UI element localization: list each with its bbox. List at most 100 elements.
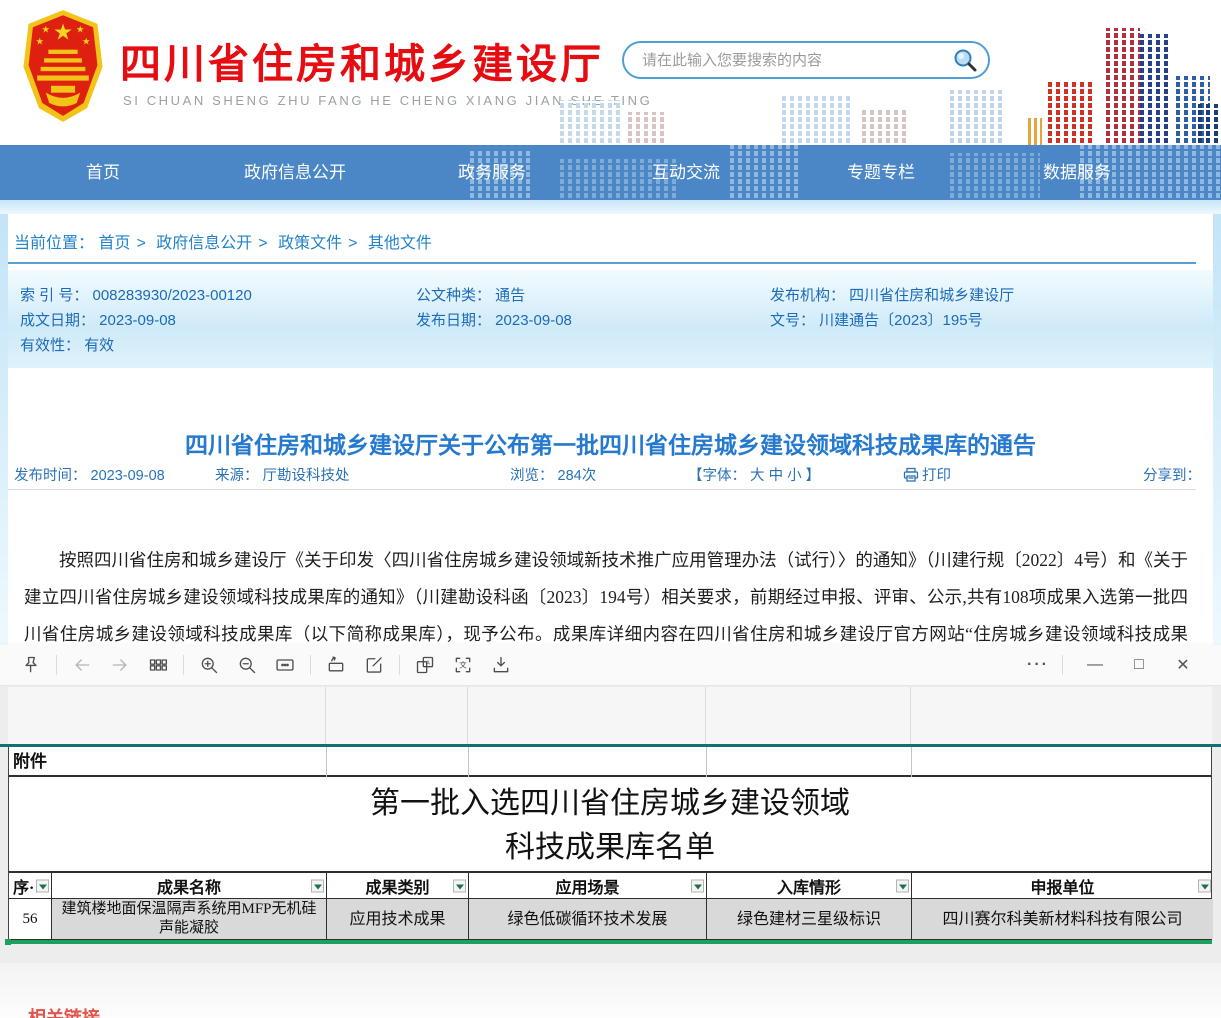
font-size-large[interactable]: 大 xyxy=(750,468,765,484)
main-nav: 首页 政府信息公开 政务服务 互动交流 专题专栏 数据服务 xyxy=(0,145,1221,200)
svg-text:★: ★ xyxy=(76,24,84,35)
zoom-in-icon[interactable] xyxy=(194,651,224,679)
svg-text:★: ★ xyxy=(82,37,90,48)
edit-icon[interactable] xyxy=(359,651,389,679)
print-button[interactable]: 打印 xyxy=(903,464,951,487)
back-icon[interactable] xyxy=(67,651,97,679)
breadcrumb-separator: > xyxy=(258,235,267,252)
font-size-prefix: 【字体： xyxy=(688,468,746,484)
table-row[interactable]: 56 建筑楼地面保温隔声系统用MFP无机硅声能凝胶 应用技术成果 绿色低碳循环技… xyxy=(8,899,1212,940)
nav-item-data[interactable]: 数据服务 xyxy=(1043,145,1111,200)
download-icon[interactable] xyxy=(486,651,516,679)
table-title-line1: 第一批入选四川省住房城乡建设领域 xyxy=(9,782,1211,826)
doc-meta-index: 索 引 号： 008283930/2023-00120 xyxy=(20,284,252,305)
nav-item-home[interactable]: 首页 xyxy=(86,145,120,200)
toolbar-separator xyxy=(310,655,311,675)
building-graphic xyxy=(628,112,668,145)
print-label: 打印 xyxy=(922,468,951,484)
site-header: ★ ★ ★ ★ ★ 四川省住房和城乡建设厅 SI CHUAN SHENG ZHU… xyxy=(0,0,1221,145)
selection-border xyxy=(8,940,1212,944)
viewer-window-controls: ··· — □ ✕ xyxy=(1016,655,1205,675)
thumbnails-icon[interactable] xyxy=(143,651,173,679)
col-header-status: 入库情形 xyxy=(706,873,911,898)
close-button[interactable]: ✕ xyxy=(1161,655,1205,675)
search-icon[interactable] xyxy=(952,47,978,73)
pin-icon[interactable] xyxy=(16,651,46,679)
building-graphic xyxy=(1198,104,1221,145)
cell-applicant: 四川赛尔科美新材料科技有限公司 xyxy=(911,899,1213,939)
nav-bottom-strip xyxy=(0,200,1221,214)
breadcrumb-separator: > xyxy=(348,235,357,252)
col-header-seq: 序· xyxy=(9,873,51,898)
attachment-viewer-window: A 文 ··· — □ ✕ 附件 xyxy=(0,645,1221,963)
page: ★ ★ ★ ★ ★ 四川省住房和城乡建设厅 SI CHUAN SHENG ZHU… xyxy=(0,0,1221,1018)
filter-dropdown-icon[interactable] xyxy=(1198,879,1211,892)
toolbar-separator xyxy=(56,655,57,675)
breadcrumb-link-other-files[interactable]: 其他文件 xyxy=(368,235,432,252)
col-header-applicant: 申报单位 xyxy=(911,873,1213,898)
building-graphic xyxy=(560,100,620,145)
breadcrumb-label: 当前位置： xyxy=(14,235,94,252)
table-title-line2: 科技成果库名单 xyxy=(9,826,1211,870)
page-bottom-area xyxy=(0,963,1221,1018)
filter-dropdown-icon[interactable] xyxy=(36,879,49,892)
breadcrumb-link-policy-files[interactable]: 政策文件 xyxy=(278,235,342,252)
breadcrumb-link-gov-info[interactable]: 政府信息公开 xyxy=(156,235,252,252)
col-header-scene: 应用场景 xyxy=(468,873,706,898)
toolbar-separator xyxy=(183,655,184,675)
select-text-icon[interactable]: 文 xyxy=(448,651,478,679)
font-size-small[interactable]: 小 xyxy=(787,468,802,484)
more-options-button[interactable]: ··· xyxy=(1016,656,1060,674)
col-header-name: 成果名称 xyxy=(51,873,326,898)
article-source: 来源： 厅勘设科技处 xyxy=(215,464,350,485)
fit-width-icon[interactable] xyxy=(270,651,300,679)
filter-dropdown-icon[interactable] xyxy=(453,879,466,892)
filter-dropdown-icon[interactable] xyxy=(311,879,324,892)
doc-meta-validity: 有效性： 有效 xyxy=(20,334,114,355)
filter-dropdown-icon[interactable] xyxy=(691,879,704,892)
doc-meta-pub-date: 发布日期： 2023-09-08 xyxy=(416,309,572,330)
table-title: 第一批入选四川省住房城乡建设领域 科技成果库名单 xyxy=(8,777,1212,871)
nav-item-special[interactable]: 专题专栏 xyxy=(847,145,915,200)
doc-meta-panel: 索 引 号： 008283930/2023-00120 公文种类： 通告 发布机… xyxy=(8,270,1213,368)
cell-status: 绿色建材三星级标识 xyxy=(706,899,911,939)
cell-category: 应用技术成果 xyxy=(326,899,468,939)
breadcrumb-link-home[interactable]: 首页 xyxy=(98,235,130,252)
doc-meta-type: 公文种类： 通告 xyxy=(416,284,525,305)
empty-cell xyxy=(326,747,468,777)
zoom-out-icon[interactable] xyxy=(232,651,262,679)
maximize-button[interactable]: □ xyxy=(1117,656,1161,674)
national-emblem-logo: ★ ★ ★ ★ ★ xyxy=(20,6,106,126)
building-graphic xyxy=(1028,118,1042,145)
empty-cell xyxy=(911,747,1213,777)
viewer-toolbar: A 文 ··· — □ ✕ xyxy=(0,645,1221,686)
search-input[interactable] xyxy=(640,51,952,70)
building-graphic xyxy=(950,90,1005,145)
empty-cell xyxy=(468,747,706,777)
nav-item-gov-info[interactable]: 政府信息公开 xyxy=(244,145,346,200)
printer-icon xyxy=(903,467,919,487)
nav-item-interaction[interactable]: 互动交流 xyxy=(652,145,720,200)
share-label[interactable]: 分享到： xyxy=(1143,464,1201,485)
extract-text-icon[interactable]: A xyxy=(410,651,440,679)
filter-dropdown-icon[interactable] xyxy=(896,879,909,892)
toolbar-separator xyxy=(399,655,400,675)
attachment-label-row: 附件 xyxy=(8,747,1212,777)
empty-cell xyxy=(706,747,911,777)
cell-name: 建筑楼地面保温隔声系统用MFP无机硅声能凝胶 xyxy=(51,899,326,939)
article-meta-row: 发布时间： 2023-09-08 来源： 厅勘设科技处 浏览： 284次 【字体… xyxy=(0,464,1221,486)
font-size-medium[interactable]: 中 xyxy=(769,468,784,484)
svg-text:★: ★ xyxy=(53,19,73,44)
rotate-icon[interactable] xyxy=(321,651,351,679)
related-links-heading[interactable]: 相关链接 xyxy=(28,1004,100,1018)
toolbar-separator xyxy=(1062,655,1063,675)
building-graphic xyxy=(862,110,910,145)
font-size-controls: 【字体： 大 中 小 】 xyxy=(688,464,820,485)
search-box[interactable] xyxy=(622,41,990,79)
doc-meta-write-date: 成文日期： 2023-09-08 xyxy=(20,309,176,330)
building-graphic xyxy=(782,96,850,145)
minimize-button[interactable]: — xyxy=(1073,656,1117,674)
forward-icon[interactable] xyxy=(105,651,135,679)
nav-item-services[interactable]: 政务服务 xyxy=(458,145,526,200)
table-header-row: 序· 成果名称 成果类别 应用场景 入库情形 申报单位 xyxy=(8,871,1212,899)
